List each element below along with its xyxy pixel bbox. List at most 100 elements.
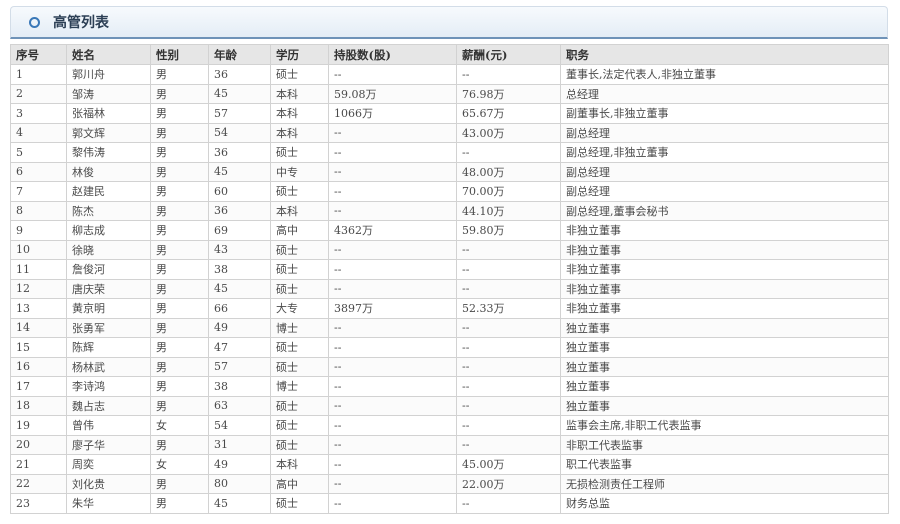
col-name-cell: 廖子华: [66, 434, 151, 455]
col-education-cell: 中专: [270, 161, 329, 182]
col-position-cell: 副总经理: [560, 122, 889, 143]
col-index-cell: 1: [10, 64, 67, 85]
col-position-cell: 无损检测责任工程师: [560, 473, 889, 494]
table-row: 17 李诗鸿男 38 博士 -- -- 独立董事: [10, 376, 889, 397]
col-position-cell: 独立董事: [560, 356, 889, 377]
col-shares-cell: 59.08万: [328, 83, 457, 104]
col-position-cell: 独立董事: [560, 376, 889, 397]
col-name-cell: 唐庆荣: [66, 278, 151, 299]
col-education-cell: 大专: [270, 298, 329, 319]
col-gender-cell: 女: [150, 454, 209, 475]
col-gender-cell: 男: [150, 337, 209, 358]
col-name-cell: 张勇军: [66, 317, 151, 338]
circle-icon: [29, 16, 40, 28]
col-name-cell: 黄京明: [66, 298, 151, 319]
col-position-cell: 非独立董事: [560, 298, 889, 319]
col-shares-cell: 1066万: [328, 103, 457, 124]
col-shares-cell: --: [328, 415, 457, 436]
col-age-cell: 36: [208, 142, 271, 163]
col-education-cell: 本科: [270, 122, 329, 143]
col-shares-cell: --: [328, 122, 457, 143]
col-salary-cell: --: [456, 356, 561, 377]
col-education-header: 学历: [270, 44, 329, 65]
col-position-header: 职务: [560, 44, 889, 65]
col-name-cell: 魏占志: [66, 395, 151, 416]
col-gender-cell: 男: [150, 64, 209, 85]
col-education-cell: 博士: [270, 317, 329, 338]
table-row: 16 杨林武男 57 硕士 -- -- 独立董事: [10, 356, 889, 377]
col-gender-cell: 男: [150, 317, 209, 338]
col-age-cell: 49: [208, 317, 271, 338]
col-salary-cell: --: [456, 64, 561, 85]
col-gender-cell: 男: [150, 259, 209, 280]
col-age-cell: 36: [208, 64, 271, 85]
col-index-cell: 2: [10, 83, 67, 104]
col-position-cell: 副总经理: [560, 181, 889, 202]
table-row: 18 魏占志男 63 硕士 -- -- 独立董事: [10, 395, 889, 416]
table-row: 22 刘化贵男 80 高中 -- 22.00万 无损检测责任工程师: [10, 473, 889, 494]
col-name-cell: 周奕: [66, 454, 151, 475]
col-education-cell: 硕士: [270, 337, 329, 358]
col-shares-cell: --: [328, 64, 457, 85]
panel-title: 高管列表: [53, 15, 109, 31]
col-index-cell: 12: [10, 278, 67, 299]
col-age-cell: 38: [208, 259, 271, 280]
col-index-cell: 5: [10, 142, 67, 163]
col-age-header: 年龄: [208, 44, 271, 65]
col-position-cell: 非独立董事: [560, 259, 889, 280]
col-position-cell: 职工代表监事: [560, 454, 889, 475]
col-shares-cell: --: [328, 473, 457, 494]
col-gender-cell: 男: [150, 376, 209, 397]
col-education-cell: 高中: [270, 220, 329, 241]
table-row: 12 唐庆荣男 45 硕士 -- -- 非独立董事: [10, 278, 889, 299]
col-education-cell: 高中: [270, 473, 329, 494]
col-age-cell: 54: [208, 415, 271, 436]
table-row: 23 朱华男 45 硕士 -- -- 财务总监: [10, 493, 889, 514]
table-row: 20 廖子华男 31 硕士 -- -- 非职工代表监事: [10, 434, 889, 455]
col-index-cell: 3: [10, 103, 67, 124]
col-name-cell: 曾伟: [66, 415, 151, 436]
table-row: 10 徐晓男 43 硕士 -- -- 非独立董事: [10, 239, 889, 260]
col-gender-cell: 男: [150, 239, 209, 260]
col-index-cell: 23: [10, 493, 67, 514]
col-gender-cell: 男: [150, 122, 209, 143]
col-index-cell: 7: [10, 181, 67, 202]
col-education-cell: 本科: [270, 200, 329, 221]
col-age-cell: 43: [208, 239, 271, 260]
col-salary-cell: --: [456, 395, 561, 416]
table-row: 19 曾伟女 54 硕士 -- -- 监事会主席,非职工代表监事: [10, 415, 889, 436]
col-salary-cell: 59.80万: [456, 220, 561, 241]
col-position-cell: 非独立董事: [560, 239, 889, 260]
col-education-cell: 硕士: [270, 415, 329, 436]
table-row: 1 郭川舟男 36 硕士 -- -- 董事长,法定代表人,非独立董事: [10, 64, 889, 85]
col-shares-cell: --: [328, 239, 457, 260]
col-salary-cell: 48.00万: [456, 161, 561, 182]
table-row: 9 柳志成男 69 高中 4362万 59.80万 非独立董事: [10, 220, 889, 241]
col-position-cell: 独立董事: [560, 317, 889, 338]
col-gender-cell: 男: [150, 298, 209, 319]
table-body: 1 郭川舟男 36 硕士 -- -- 董事长,法定代表人,非独立董事 2 邹涛男 45 本科 59.0…: [10, 64, 889, 514]
col-position-cell: 独立董事: [560, 337, 889, 358]
col-name-cell: 郭川舟: [66, 64, 151, 85]
table-row: 5 黎伟涛男 36 硕士 -- -- 副总经理,非独立董事: [10, 142, 889, 163]
col-age-cell: 60: [208, 181, 271, 202]
col-education-cell: 硕士: [270, 181, 329, 202]
col-salary-cell: 22.00万: [456, 473, 561, 494]
col-position-cell: 副总经理,非独立董事: [560, 142, 889, 163]
col-name-cell: 郭文辉: [66, 122, 151, 143]
table-row: 4 郭文辉男 54 本科 -- 43.00万 副总经理: [10, 122, 889, 143]
col-index-cell: 14: [10, 317, 67, 338]
col-salary-cell: --: [456, 239, 561, 260]
table-row: 2 邹涛男 45 本科 59.08万 76.98万 总经理: [10, 83, 889, 104]
col-name-cell: 刘化贵: [66, 473, 151, 494]
col-shares-cell: --: [328, 259, 457, 280]
col-gender-cell: 男: [150, 161, 209, 182]
col-age-cell: 80: [208, 473, 271, 494]
col-gender-cell: 男: [150, 200, 209, 221]
col-gender-cell: 男: [150, 220, 209, 241]
col-age-cell: 49: [208, 454, 271, 475]
col-shares-cell: 4362万: [328, 220, 457, 241]
col-shares-cell: --: [328, 161, 457, 182]
col-name-cell: 赵建民: [66, 181, 151, 202]
col-age-cell: 69: [208, 220, 271, 241]
